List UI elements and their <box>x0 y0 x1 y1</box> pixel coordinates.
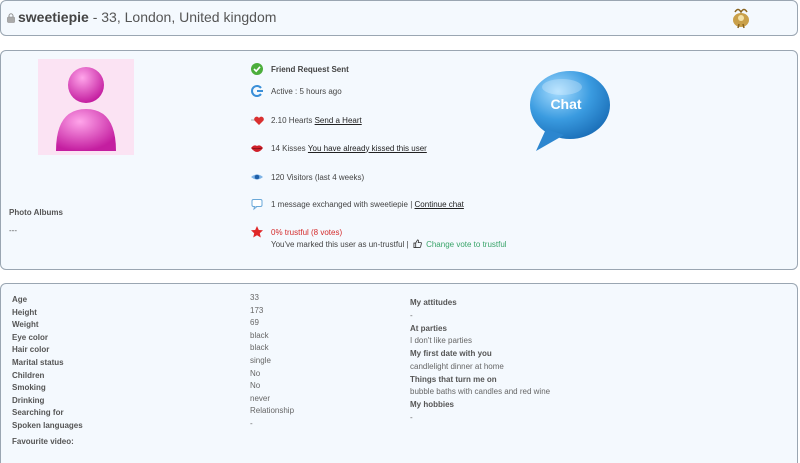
heading-my-hobbies: My hobbies <box>410 400 455 409</box>
trust-row: 0% trustful (8 votes) <box>250 225 342 239</box>
messages-row: 1 message exchanged with sweetiepie | Co… <box>250 197 464 211</box>
header-title: sweetiepie - 33, London, United kingdom <box>18 9 276 25</box>
field-label-children: Children <box>12 371 45 380</box>
trust-vote-row: You've marked this user as un-trustful |… <box>271 239 507 249</box>
photo-albums-label: Photo Albums <box>9 208 63 217</box>
heading-my-attitudes: My attitudes <box>410 298 457 307</box>
favourite-video-label: Favourite video: <box>12 437 74 446</box>
field-value-spoken-languages: - <box>250 419 253 428</box>
field-value-drinking: never <box>250 394 271 403</box>
kisses-row: 14 Kisses You have already kissed this u… <box>250 141 427 155</box>
active-arrow-icon <box>251 85 263 97</box>
avatar[interactable] <box>38 59 134 155</box>
username: sweetiepie <box>18 9 89 25</box>
thumbs-up-icon <box>413 239 422 248</box>
value-at-parties: I don't like parties <box>410 336 473 345</box>
untrust-note: You've marked this user as un-trustful | <box>271 240 409 249</box>
avatar-placeholder-icon <box>56 67 116 151</box>
field-value-searching-for: Relationship <box>250 406 295 415</box>
field-value-eye-color: black <box>250 331 269 340</box>
field-label-weight: Weight <box>12 320 39 329</box>
kisses-count: 14 Kisses <box>271 143 306 153</box>
change-vote-link[interactable]: Change vote to trustful <box>426 240 507 249</box>
field-value-marital-status: single <box>250 356 271 365</box>
star-icon <box>251 226 263 238</box>
checkmark-icon <box>251 63 263 75</box>
messages-count: 1 message exchanged with sweetiepie | <box>271 199 413 209</box>
hearts-count: 2.10 Hearts <box>271 115 313 125</box>
trust-score: 0% trustful (8 votes) <box>271 227 343 237</box>
field-label-smoking: Smoking <box>12 383 46 392</box>
kissed-user-link[interactable]: You have already kissed this user <box>308 144 427 153</box>
heading-first-date: My first date with you <box>410 349 492 358</box>
lock-icon <box>7 13 15 23</box>
hearts-row: 2.10 Hearts Send a Heart <box>250 113 362 127</box>
active-status: Active : 5 hours ago <box>271 86 342 96</box>
field-label-marital-status: Marital status <box>12 358 64 367</box>
field-value-children: No <box>250 369 261 378</box>
field-label-age: Age <box>12 295 28 304</box>
continue-chat-link[interactable]: Continue chat <box>415 200 464 209</box>
field-label-eye-color: Eye color <box>12 333 49 342</box>
profile-details-panel: Age 33 Height 173 Weight 69 Eye color bl… <box>0 283 798 463</box>
field-label-drinking: Drinking <box>12 396 45 405</box>
eye-icon <box>251 174 263 180</box>
heart-icon <box>251 116 264 125</box>
heading-turn-ons: Things that turn me on <box>410 375 497 384</box>
value-my-hobbies: - <box>410 413 413 422</box>
capricorn-zodiac-icon <box>733 8 749 29</box>
field-label-height: Height <box>12 308 37 317</box>
profile-summary-panel: Photo Albums --- Friend Request Sent Act… <box>0 50 798 270</box>
field-value-age: 33 <box>250 293 259 302</box>
value-first-date: candlelight dinner at home <box>410 362 504 371</box>
chat-bubble-icon[interactable]: Chat <box>526 69 614 153</box>
field-value-weight: 69 <box>250 318 259 327</box>
photo-albums-value: --- <box>9 226 17 235</box>
friend-request-status: Friend Request Sent <box>271 64 349 74</box>
field-value-hair-color: black <box>250 343 269 352</box>
field-label-hair-color: Hair color <box>12 345 50 354</box>
field-value-height: 173 <box>250 306 264 315</box>
value-turn-ons: bubble baths with candles and red wine <box>410 387 551 396</box>
kiss-lips-icon <box>251 145 263 152</box>
value-my-attitudes: - <box>410 311 413 320</box>
speech-bubble-icon <box>251 199 263 211</box>
active-row: Active : 5 hours ago <box>250 84 342 98</box>
visitors-count: 120 Visitors (last 4 weeks) <box>271 172 365 182</box>
field-label-searching-for: Searching for <box>12 408 64 417</box>
friend-request-row: Friend Request Sent <box>250 62 349 76</box>
field-value-smoking: No <box>250 381 261 390</box>
visitors-row: 120 Visitors (last 4 weeks) <box>250 170 364 184</box>
profile-header: sweetiepie - 33, London, United kingdom <box>0 0 798 36</box>
user-summary: - 33, London, United kingdom <box>88 9 277 25</box>
heading-at-parties: At parties <box>410 324 447 333</box>
send-heart-link[interactable]: Send a Heart <box>315 116 362 125</box>
chat-label: Chat <box>550 96 581 112</box>
field-label-spoken-languages: Spoken languages <box>12 421 83 430</box>
